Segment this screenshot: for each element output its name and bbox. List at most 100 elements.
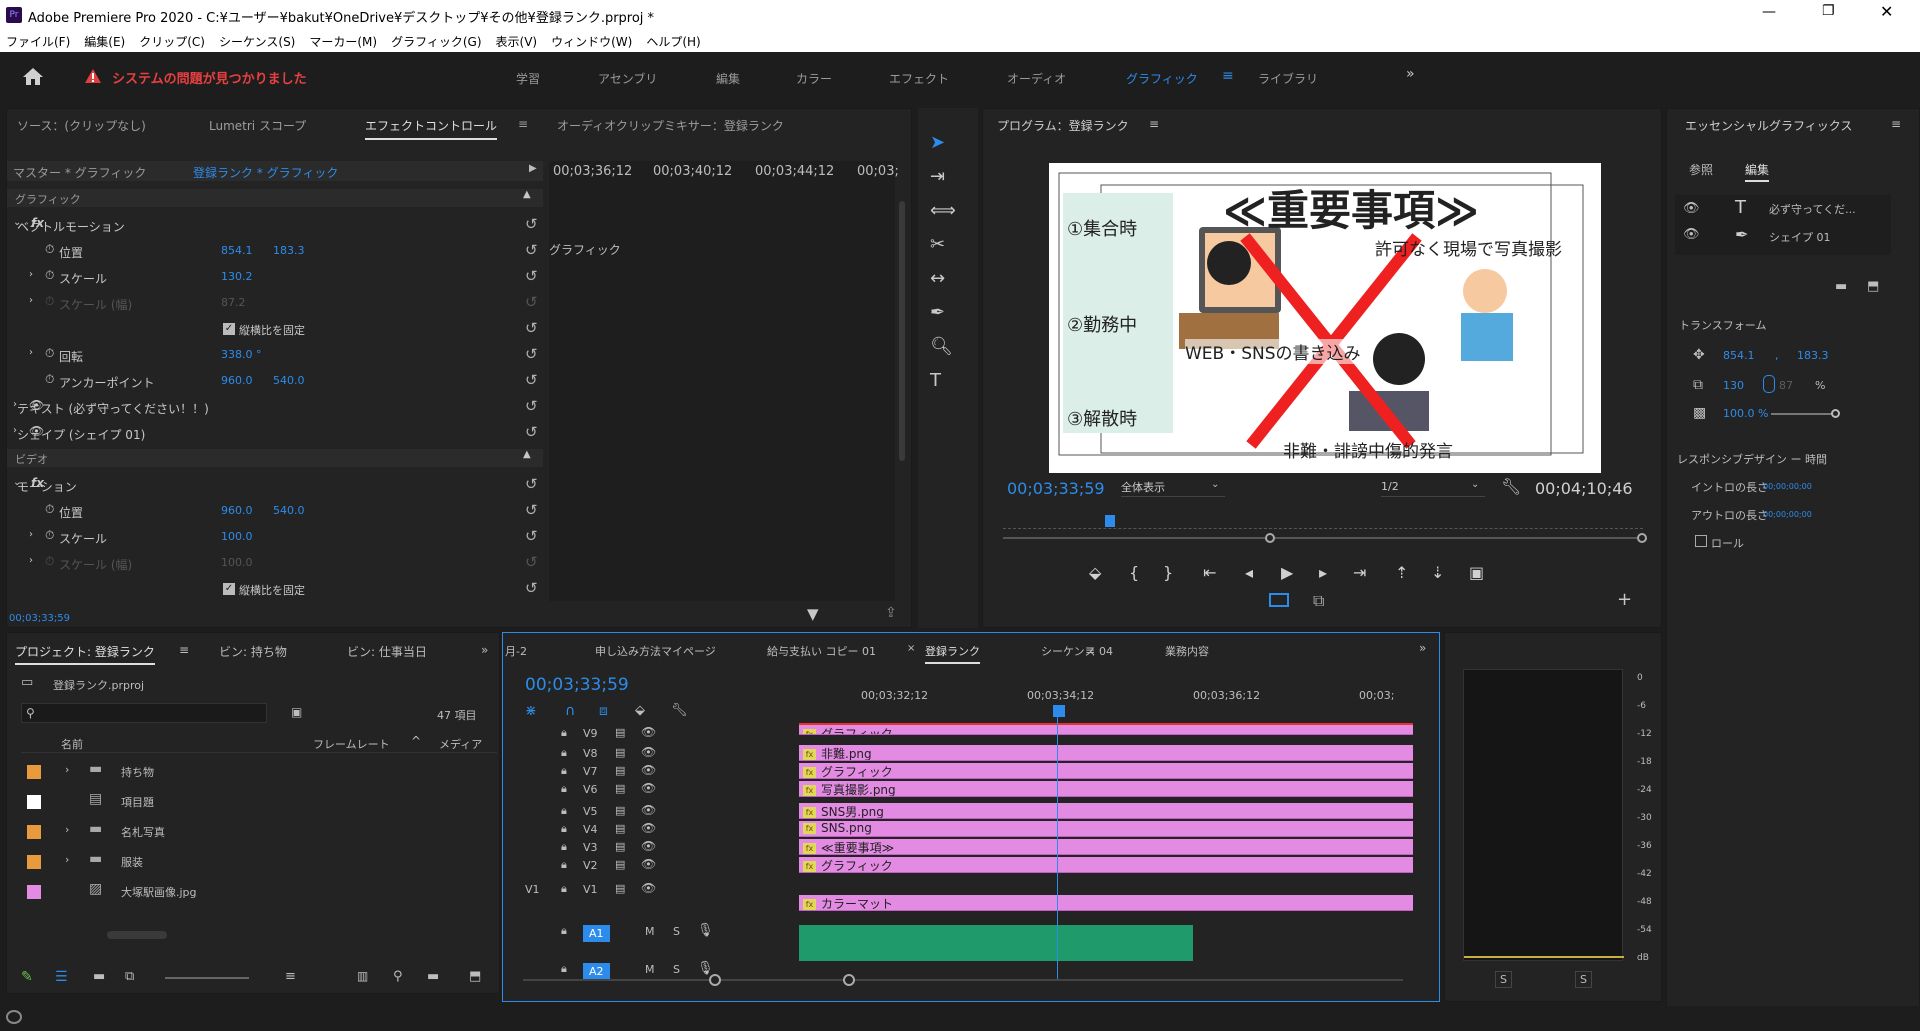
list-item[interactable]: › ▬ 名札写真 — [21, 817, 481, 845]
workspace-menu-icon[interactable]: ≡ — [1222, 68, 1234, 84]
scale-value[interactable]: 130 — [1723, 379, 1744, 392]
track-name[interactable]: V5 — [583, 805, 598, 818]
track-name[interactable]: V7 — [583, 765, 598, 778]
sync-lock-icon[interactable]: ▤ — [615, 822, 625, 835]
workspace-tab[interactable]: ライブラリ — [1258, 70, 1318, 87]
track-select-icon[interactable]: ⇥ — [930, 166, 945, 187]
property-value[interactable]: 100.0 — [221, 530, 253, 543]
menu-item[interactable]: ヘルプ(H) — [646, 35, 700, 49]
eye-icon[interactable]: 👁︎ — [641, 763, 656, 777]
menu-item[interactable]: ファイル(F) — [6, 35, 70, 49]
eye-icon[interactable]: 👁︎ — [1683, 227, 1700, 242]
extract-icon[interactable]: ⇣ — [1431, 563, 1444, 582]
filter-icon[interactable]: ▼ — [807, 605, 819, 623]
tab-audio-clip-mixer[interactable]: オーディオクリップミキサー：登録ランク — [557, 117, 784, 134]
property-value[interactable]: 183.3 — [273, 244, 305, 257]
lock-icon[interactable]: 🔒︎ — [561, 726, 567, 740]
timeline-clip[interactable]: fx グラフィック — [799, 723, 1413, 735]
lock-icon[interactable]: 🔒︎ — [561, 764, 567, 778]
timeline-clip[interactable]: fx SNS男.png — [799, 803, 1413, 819]
play-icon[interactable]: ▶ — [1281, 563, 1293, 582]
tab-bin-items[interactable]: ビン: 持ち物 — [219, 643, 287, 660]
property-rotation[interactable]: › ⏱︎ 回転 338.0 ° ↺ — [7, 345, 543, 367]
linked-select-icon[interactable]: ⧈ — [599, 703, 608, 719]
label-color-swatch[interactable] — [27, 765, 41, 779]
mark-out-icon[interactable]: } — [1163, 563, 1173, 582]
tab-sequence[interactable]: シーケンス 04 — [1041, 643, 1113, 659]
track-name[interactable]: V1 — [583, 883, 598, 896]
add-button-icon[interactable]: + — [1617, 589, 1632, 610]
chevron-right-icon[interactable]: › — [65, 853, 69, 866]
reset-icon[interactable]: ↺ — [525, 397, 538, 415]
property-value[interactable]: 960.0 — [221, 374, 253, 387]
lock-icon[interactable]: 🔒︎ — [561, 746, 567, 760]
safe-margins-icon[interactable] — [1269, 593, 1289, 607]
microphone-icon[interactable]: 🎙︎ — [697, 923, 714, 938]
compare-view-icon[interactable]: ⧉ — [1313, 591, 1324, 611]
timeline-clip[interactable]: fx ≪重要事項≫ — [799, 839, 1413, 855]
section-video[interactable]: ビデオ ▲ — [7, 449, 543, 467]
layer-shape[interactable]: シェイプ 01 — [1769, 229, 1831, 245]
chevron-right-icon[interactable]: › — [65, 763, 69, 776]
motion-effect[interactable]: ⌄ fx モーション ↺ — [7, 475, 543, 497]
uniform-scale-checkbox[interactable]: ✓ 縦横比を固定 ↺ — [7, 319, 543, 341]
zoom-handle[interactable] — [843, 974, 855, 986]
tab-sequence[interactable]: 月-2 — [505, 643, 527, 659]
home-icon[interactable] — [22, 66, 44, 86]
tab-sequence[interactable]: 業務内容 — [1165, 643, 1209, 659]
close-tab-icon[interactable]: × — [907, 643, 915, 654]
go-to-in-icon[interactable]: ⇤ — [1203, 563, 1216, 582]
nest-icon[interactable]: ⋇ — [525, 703, 537, 719]
property-position[interactable]: ⏱︎ 位置 854.1 183.3 ↺ — [7, 241, 543, 263]
tab-sequence[interactable]: 給与支払い コピー 01 — [767, 643, 876, 659]
fit-select[interactable]: 全体表示 ⌄ — [1121, 479, 1225, 497]
effect-scrollbar[interactable] — [899, 201, 905, 461]
alert-message[interactable]: システムの問題が見つかりました — [112, 68, 307, 87]
position-y[interactable]: 183.3 — [1797, 349, 1829, 362]
property-scale-width[interactable]: › ⏱︎ スケール (幅) 100.0 ↺ — [7, 553, 543, 575]
playhead-marker[interactable] — [1105, 515, 1115, 527]
export-frame-icon[interactable]: ⇪ — [885, 605, 897, 621]
menu-item[interactable]: グラフィック(G) — [391, 35, 481, 49]
new-folder-icon[interactable]: ▬ — [1835, 279, 1847, 294]
tab-sequence[interactable]: 登録ランク — [925, 643, 980, 664]
text-layer-row[interactable]: › 👁︎ テキスト (必ず守ってください！！) ↺ — [7, 397, 543, 419]
minimize-button[interactable]: — — [1762, 4, 1776, 20]
property-scale-width[interactable]: › ⏱︎ スケール (幅) 87.2 ↺ — [7, 293, 543, 315]
panel-menu-icon[interactable]: ≡ — [1891, 117, 1901, 131]
sync-lock-icon[interactable]: ▤ — [615, 840, 625, 853]
menu-item[interactable]: 表示(V) — [496, 35, 538, 49]
lock-icon[interactable]: 🔒︎ — [561, 924, 567, 938]
pen-icon[interactable]: ✒ — [930, 302, 945, 323]
outro-value[interactable]: 00;00;00;00 — [1763, 510, 1812, 519]
zoom-bar[interactable] — [1003, 533, 1647, 543]
creative-cloud-icon[interactable] — [6, 1010, 22, 1024]
zoom-slider[interactable] — [165, 977, 249, 979]
lock-icon[interactable]: 🔒︎ — [561, 882, 567, 896]
sync-lock-icon[interactable]: ▤ — [615, 764, 625, 777]
menu-item[interactable]: クリップ(C) — [139, 35, 205, 49]
collapse-icon[interactable]: ▲ — [523, 189, 531, 200]
eye-icon[interactable]: 👁︎ — [1683, 201, 1700, 216]
eye-icon[interactable]: 👁︎ — [641, 857, 656, 871]
property-scale[interactable]: › ⏱︎ スケール 100.0 ↺ — [7, 527, 543, 549]
col-name[interactable]: 名前 — [61, 736, 83, 752]
roll-checkbox[interactable] — [1695, 535, 1707, 547]
slip-icon[interactable]: ↔ — [930, 268, 945, 289]
automate-icon[interactable]: ▥ — [357, 969, 368, 983]
checkbox[interactable]: ✓ — [223, 323, 235, 335]
property-value[interactable]: 854.1 — [221, 244, 253, 257]
search-input[interactable]: ⚲ — [21, 703, 267, 723]
reset-icon[interactable]: ↺ — [525, 241, 538, 259]
play-clip-icon[interactable]: ▶ — [529, 163, 537, 174]
menu-item[interactable]: 編集(E) — [84, 35, 125, 49]
eye-icon[interactable]: 👁︎ — [641, 881, 656, 895]
panel-menu-icon[interactable]: ≡ — [179, 643, 189, 657]
intro-value[interactable]: 00;00;00;00 — [1763, 482, 1812, 491]
zoom-handle[interactable] — [709, 974, 721, 986]
menu-item[interactable]: ウィンドウ(W) — [551, 35, 632, 49]
ripple-edit-icon[interactable]: ⟺ — [930, 200, 956, 221]
list-item[interactable]: ▤ 項目題 — [21, 787, 481, 815]
stopwatch-icon[interactable]: ⏱︎ — [45, 528, 54, 543]
stopwatch-icon[interactable]: ⏱︎ — [45, 294, 54, 309]
